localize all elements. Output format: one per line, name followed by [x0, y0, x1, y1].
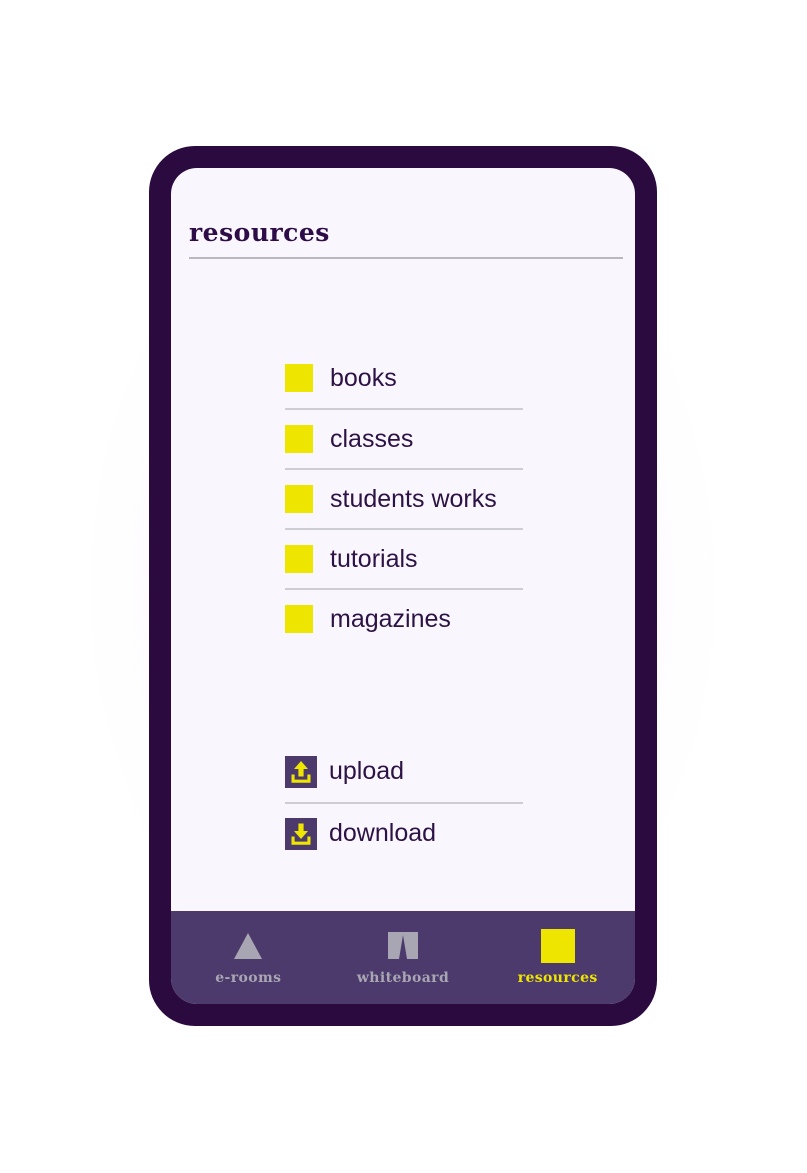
list-item-magazines[interactable]: magazines [285, 588, 523, 648]
yellow-square-icon [285, 545, 313, 573]
page-title: resources [189, 218, 330, 247]
list-item-books[interactable]: books [285, 348, 523, 408]
nav-item-label: whiteboard [356, 970, 450, 986]
nav-item-resources[interactable]: resources [480, 911, 635, 1004]
download-label: download [329, 819, 437, 847]
list-item-classes[interactable]: classes [285, 408, 523, 468]
list-item-students-works[interactable]: students works [285, 468, 523, 528]
yellow-square-icon [285, 425, 313, 453]
list-item-tutorials[interactable]: tutorials [285, 528, 523, 588]
nav-item-whiteboard[interactable]: whiteboard [326, 911, 481, 1004]
list-item-label: books [330, 363, 397, 392]
triangle-icon [234, 933, 263, 959]
yellow-square-icon [540, 929, 575, 963]
yellow-square-icon [285, 485, 313, 513]
screen-content: resources books classes students works t… [171, 168, 635, 911]
upload-button[interactable]: upload [285, 741, 523, 802]
yellow-square-icon [285, 364, 313, 392]
phone-screen: resources books classes students works t… [171, 168, 635, 1004]
nav-item-e-rooms[interactable]: e-rooms [171, 911, 326, 1004]
download-icon [285, 817, 317, 850]
upload-icon [285, 755, 317, 788]
whiteboard-peaks-icon [388, 932, 418, 959]
transfer-list: upload download [285, 741, 523, 863]
download-button[interactable]: download [285, 802, 523, 863]
phone-device-frame: resources books classes students works t… [149, 146, 657, 1026]
list-item-label: classes [330, 424, 414, 453]
resource-list: books classes students works tutorials m [285, 348, 523, 648]
list-item-label: students works [330, 484, 497, 513]
list-item-label: tutorials [330, 544, 418, 573]
nav-item-label: e-rooms [215, 970, 282, 986]
list-item-label: magazines [330, 604, 451, 633]
bottom-navigation-bar: e-rooms whiteboard resources [171, 911, 635, 1004]
yellow-square-icon [285, 605, 313, 633]
nav-item-label: resources [517, 970, 598, 986]
upload-label: upload [329, 757, 405, 785]
title-divider [189, 257, 623, 259]
